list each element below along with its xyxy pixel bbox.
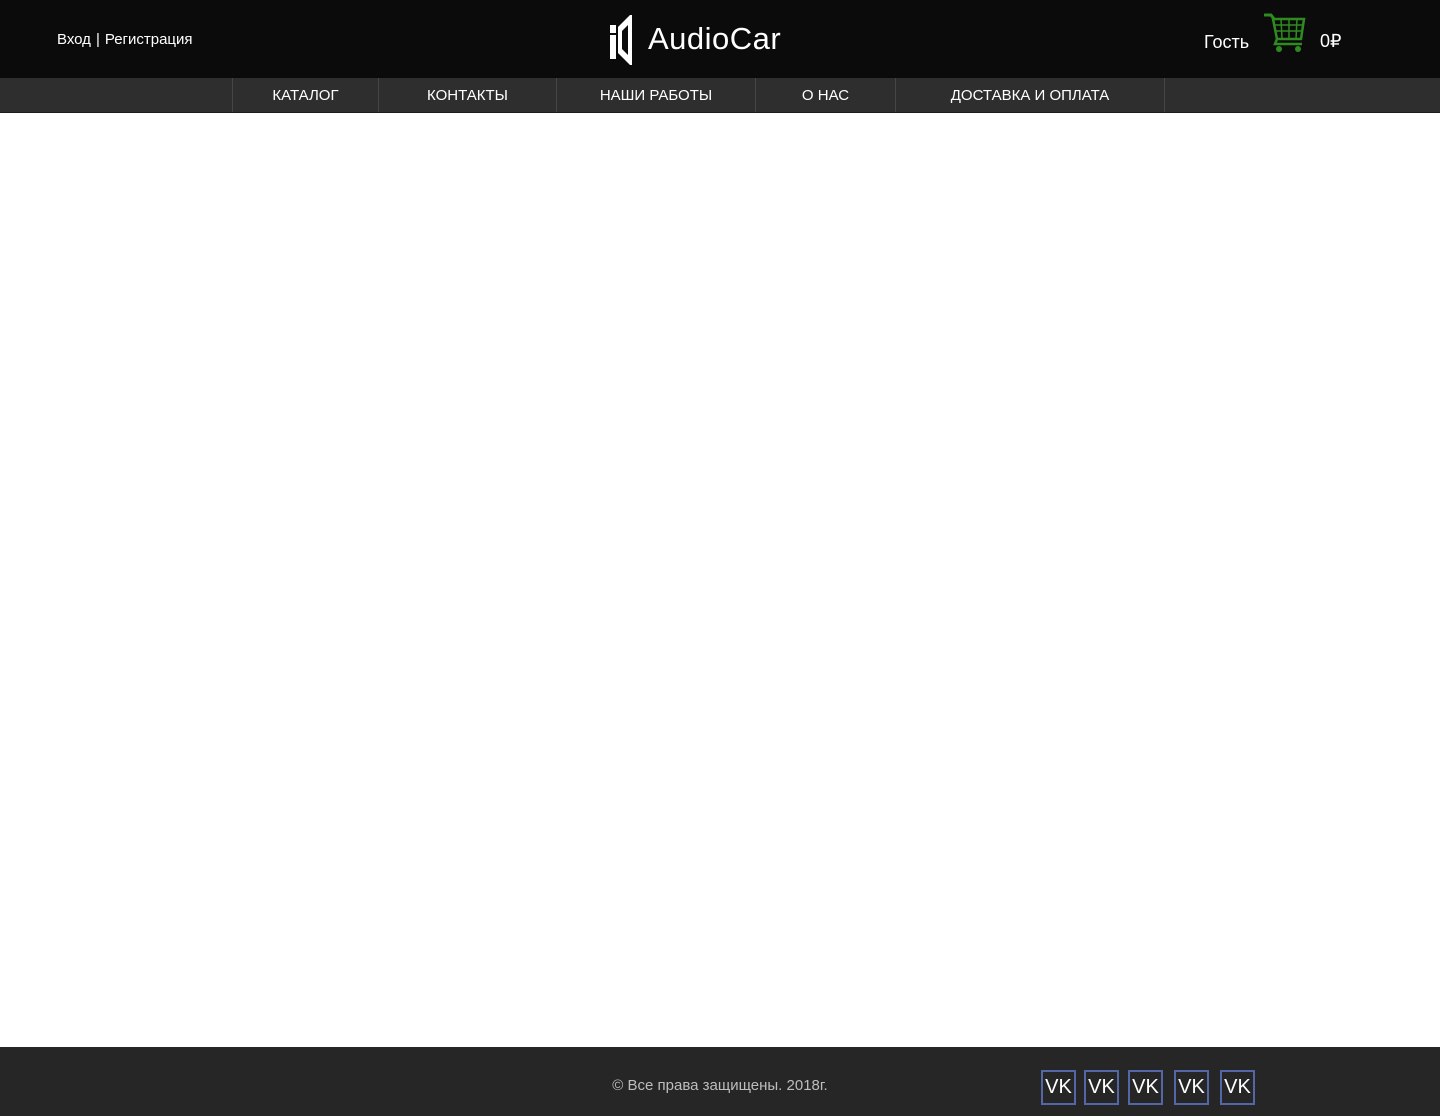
nav-menu: КАТАЛОГ КОНТАКТЫ НАШИ РАБОТЫ О НАС ДОСТА…	[232, 78, 1165, 112]
main-navigation: КАТАЛОГ КОНТАКТЫ НАШИ РАБОТЫ О НАС ДОСТА…	[0, 78, 1440, 113]
register-link[interactable]: Регистрация	[105, 31, 193, 48]
vk-link[interactable]: VK	[1128, 1070, 1163, 1105]
site-header: Вход | Регистрация AudioCar Гость 0₽	[0, 0, 1440, 78]
nav-item-catalog[interactable]: КАТАЛОГ	[233, 78, 379, 112]
nav-item-about[interactable]: О НАС	[756, 78, 896, 112]
vk-link[interactable]: VK	[1220, 1070, 1255, 1105]
site-footer: © Все права защищены. 2018г. VK VK VK VK…	[0, 1047, 1440, 1116]
nav-item-our-works[interactable]: НАШИ РАБОТЫ	[557, 78, 756, 112]
shopping-cart-icon[interactable]	[1263, 13, 1306, 58]
logo-text: AudioCar	[648, 21, 782, 56]
vk-link[interactable]: VK	[1174, 1070, 1209, 1105]
auth-links: Вход | Регистрация	[57, 31, 193, 49]
auth-separator: |	[95, 31, 100, 48]
cart-total[interactable]: 0₽	[1320, 31, 1341, 51]
main-content	[0, 113, 1440, 1047]
nav-item-contacts[interactable]: КОНТАКТЫ	[379, 78, 557, 112]
nav-item-delivery-payment[interactable]: ДОСТАВКА И ОПЛАТА	[896, 78, 1165, 112]
user-name[interactable]: Гость	[1204, 32, 1249, 52]
vk-link[interactable]: VK	[1041, 1070, 1076, 1105]
speaker-logo-icon	[608, 13, 634, 65]
vk-link[interactable]: VK	[1084, 1070, 1119, 1105]
login-link[interactable]: Вход	[57, 31, 91, 48]
site-logo[interactable]: AudioCar	[608, 13, 781, 65]
